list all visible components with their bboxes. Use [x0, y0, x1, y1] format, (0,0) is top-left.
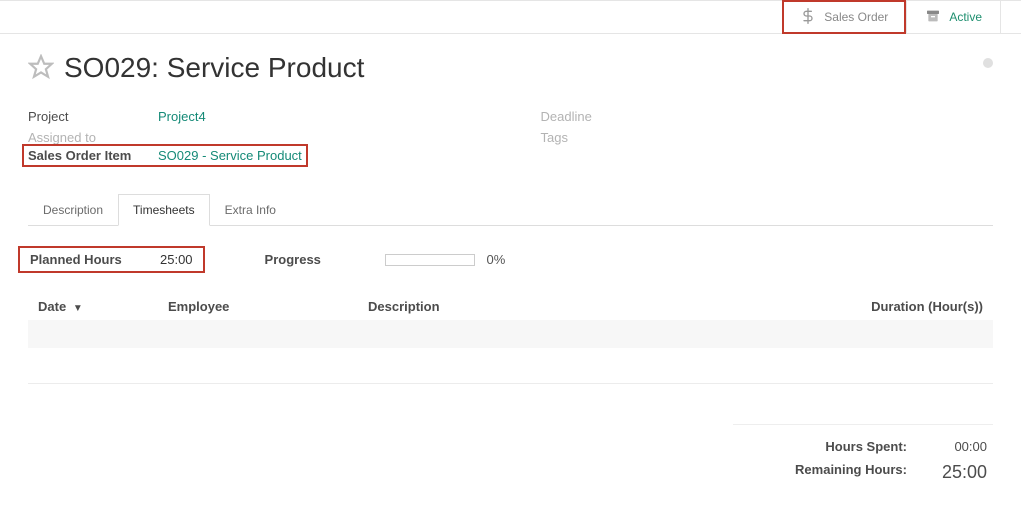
totals-block: Hours Spent: 00:00 Remaining Hours: 25:0…	[733, 424, 993, 487]
kanban-state-dot[interactable]	[983, 58, 993, 68]
tags-label: Tags	[541, 130, 671, 145]
col-date[interactable]: Date ▼	[28, 293, 158, 320]
active-toggle[interactable]: Active	[906, 1, 1001, 33]
form-view: SO029: Service Product Project Project4 …	[0, 34, 1021, 507]
progress-wrap: Progress 0%	[265, 246, 993, 273]
progress-bar	[385, 254, 475, 266]
remaining-hours-row: Remaining Hours: 25:00	[733, 458, 993, 487]
planned-hours-label: Planned Hours	[30, 252, 160, 267]
col-duration[interactable]: Duration (Hour(s))	[813, 293, 993, 320]
sales-order-item-value[interactable]: SO029 - Service Product	[158, 148, 302, 163]
hours-spent-label: Hours Spent:	[739, 439, 907, 454]
active-label: Active	[949, 10, 982, 24]
table-bottom-row	[28, 382, 993, 383]
tab-timesheets[interactable]: Timesheets	[118, 194, 210, 226]
table-header-row: Date ▼ Employee Description Duration (Ho…	[28, 293, 993, 320]
tab-bar: Description Timesheets Extra Info	[28, 193, 993, 226]
project-value[interactable]: Project4	[158, 109, 206, 124]
hours-spent-row: Hours Spent: 00:00	[733, 435, 993, 458]
col-employee[interactable]: Employee	[158, 293, 358, 320]
planned-hours-wrap: Planned Hours 25:00	[28, 246, 205, 273]
hours-spent-value: 00:00	[927, 439, 987, 454]
assigned-to-label: Assigned to	[28, 130, 158, 145]
progress-label: Progress	[265, 252, 365, 267]
star-icon[interactable]	[28, 54, 54, 83]
timesheet-table: Date ▼ Employee Description Duration (Ho…	[28, 293, 993, 384]
page-title: SO029: Service Product	[64, 52, 364, 84]
top-stat-bar: Sales Order Active	[0, 0, 1021, 34]
table-row[interactable]	[28, 320, 993, 348]
field-tags: Tags	[541, 127, 994, 148]
remaining-hours-label: Remaining Hours:	[739, 462, 907, 483]
deadline-label: Deadline	[541, 109, 671, 124]
fields-grid: Project Project4 Assigned to Sales Order…	[28, 106, 993, 163]
remaining-hours-value: 25:00	[927, 462, 987, 483]
archive-icon	[925, 8, 941, 27]
col-date-label: Date	[38, 299, 66, 314]
field-sales-order-item: Sales Order Item SO029 - Service Product	[28, 148, 302, 163]
dollar-icon	[800, 8, 816, 27]
field-deadline: Deadline	[541, 106, 994, 127]
planned-hours-highlight: Planned Hours 25:00	[18, 246, 205, 273]
sales-order-item-label: Sales Order Item	[28, 148, 158, 163]
sales-order-item-highlight: Sales Order Item SO029 - Service Product	[22, 144, 308, 167]
tab-description[interactable]: Description	[28, 194, 118, 226]
tab-extra-info[interactable]: Extra Info	[210, 194, 291, 226]
progress-pct: 0%	[487, 252, 506, 267]
sales-order-label: Sales Order	[824, 10, 888, 24]
planned-hours-value[interactable]: 25:00	[160, 252, 193, 267]
fields-left-col: Project Project4 Assigned to Sales Order…	[28, 106, 481, 163]
table-gap-row	[28, 348, 993, 382]
sort-desc-icon: ▼	[73, 303, 83, 314]
sales-order-button[interactable]: Sales Order	[782, 0, 906, 34]
title-row: SO029: Service Product	[28, 52, 993, 84]
fields-right-col: Deadline Tags	[541, 106, 994, 163]
project-label: Project	[28, 109, 158, 124]
timesheet-summary-row: Planned Hours 25:00 Progress 0%	[28, 246, 993, 273]
field-project: Project Project4	[28, 106, 481, 127]
col-description[interactable]: Description	[358, 293, 813, 320]
